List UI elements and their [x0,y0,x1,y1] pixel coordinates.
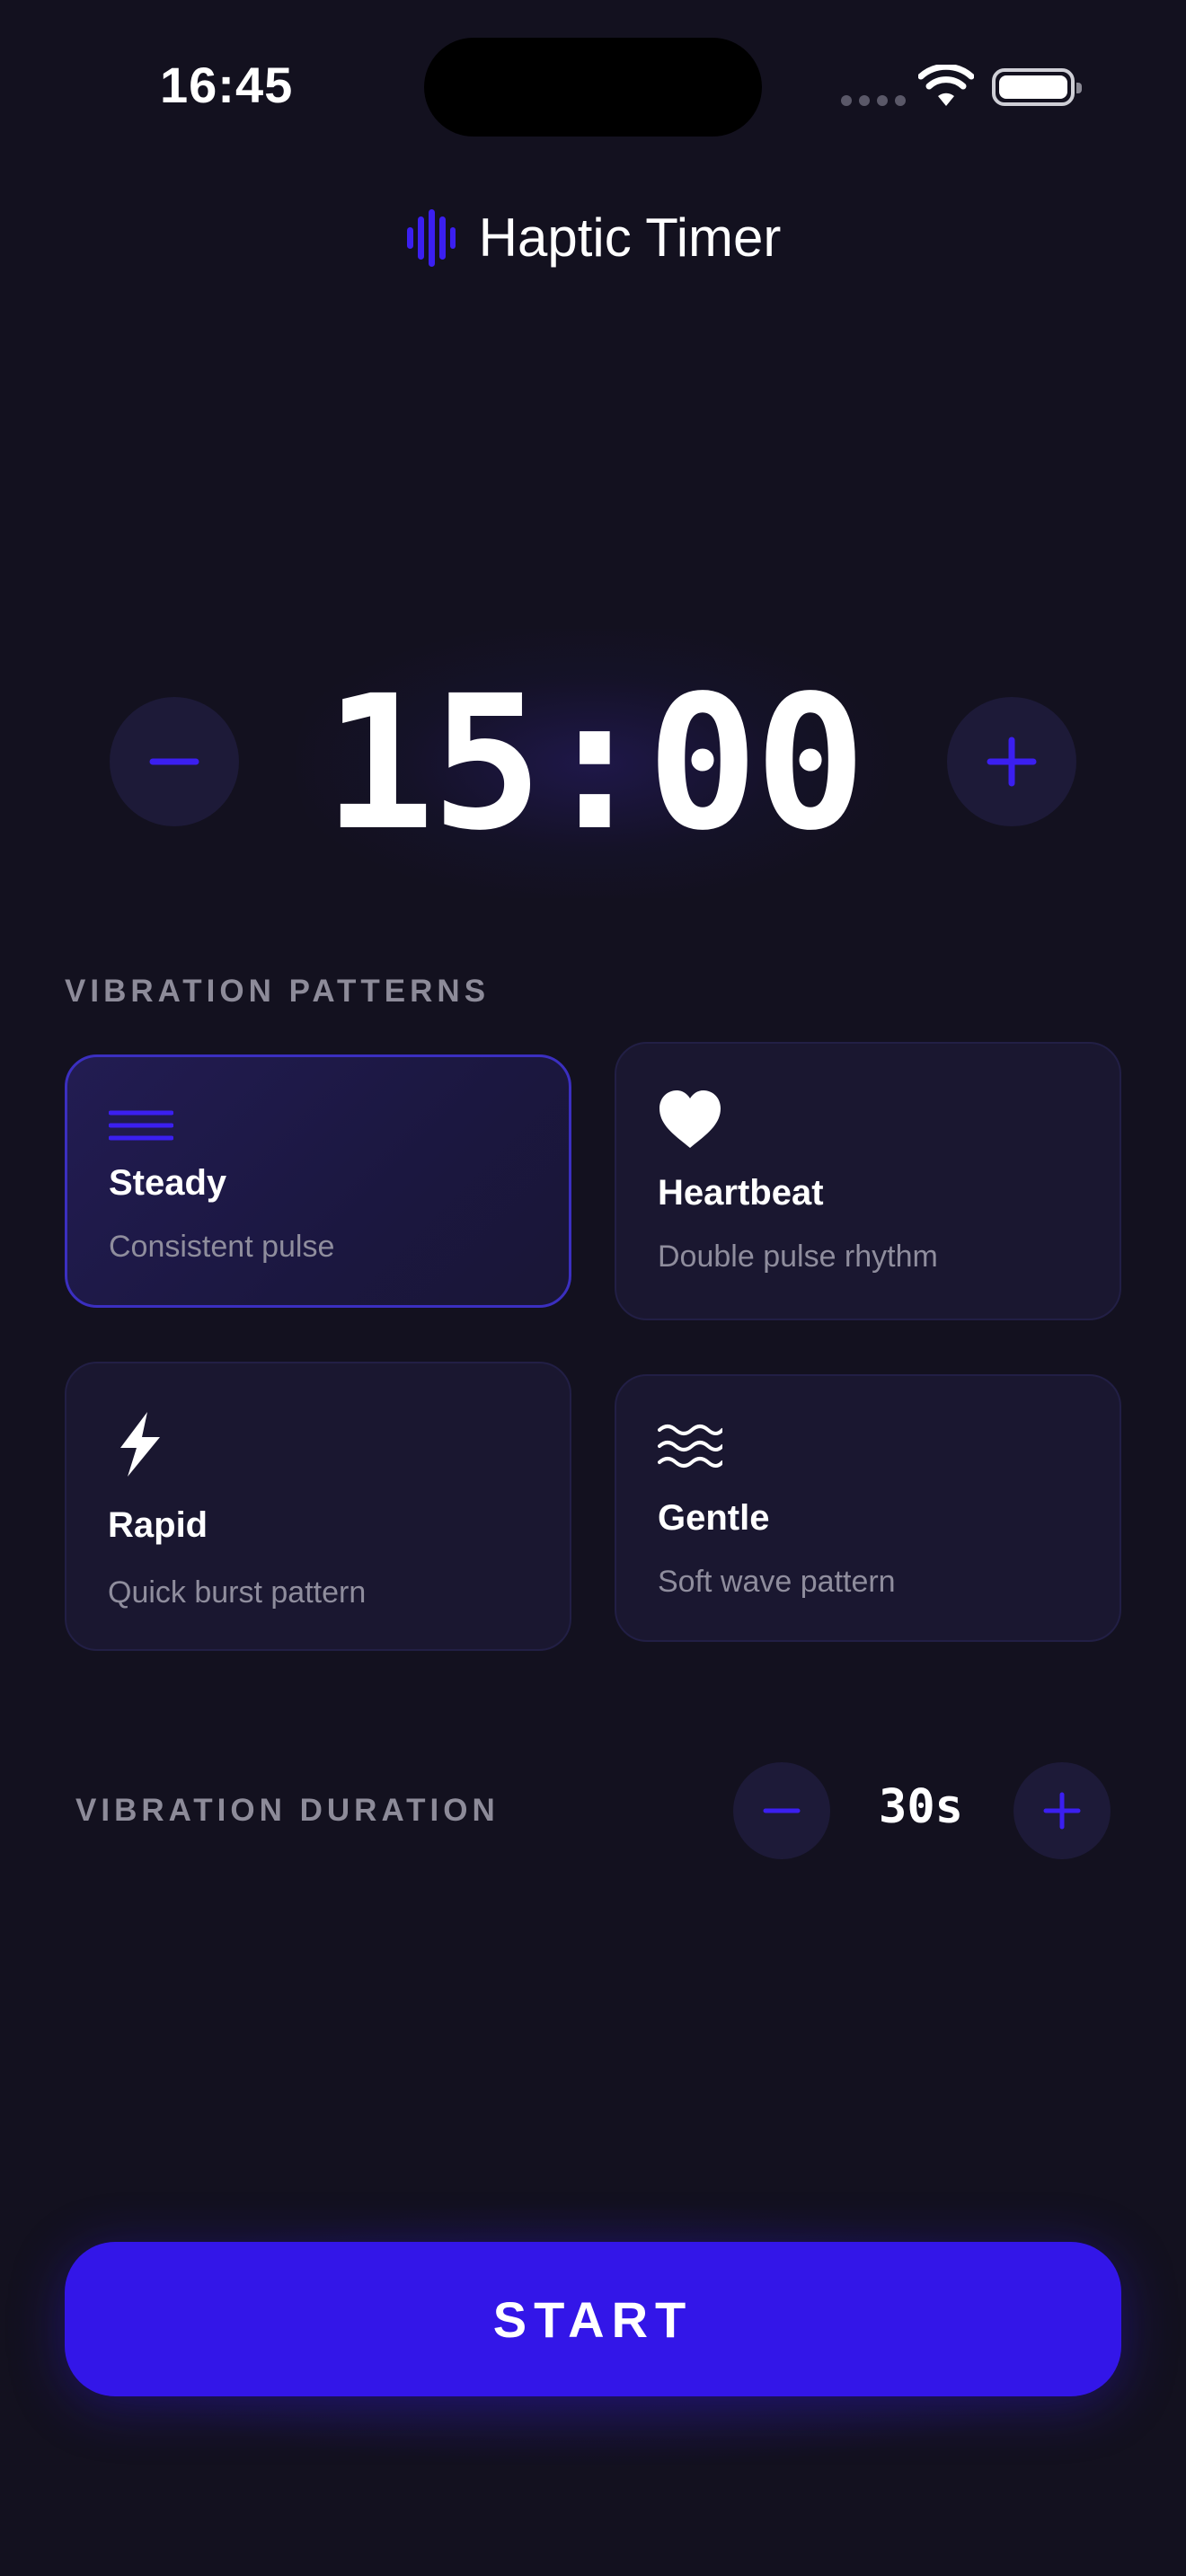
duration-label: VIBRATION DURATION [75,1793,500,1828]
pattern-description: Quick burst pattern [108,1575,367,1610]
timer-increment-button[interactable] [947,697,1076,826]
app-header: Haptic Timer [0,207,1186,269]
status-time: 16:45 [160,57,294,113]
timer-decrement-button[interactable] [110,697,239,826]
app-screen: 16:45 Haptic Timer 15:00 VIBRATION PATTE… [0,0,1186,2576]
wifi-icon [918,65,974,106]
cellular-signal-icon [841,95,906,106]
start-button[interactable]: START [65,2242,1121,2396]
duration-increment-button[interactable] [1013,1762,1111,1859]
pattern-description: Consistent pulse [109,1230,335,1264]
plus-icon [987,737,1037,787]
pattern-description: Double pulse rhythm [658,1239,938,1274]
duration-decrement-button[interactable] [733,1762,830,1859]
pattern-card-steady[interactable]: Steady Consistent pulse [65,1054,571,1308]
pattern-card-gentle[interactable]: Gentle Soft wave pattern [615,1374,1121,1642]
pattern-card-heartbeat[interactable]: Heartbeat Double pulse rhythm [615,1042,1121,1320]
heart-icon [659,1090,721,1148]
plus-icon [1043,1792,1081,1830]
minus-icon [149,758,199,765]
pattern-title: Gentle [658,1498,770,1538]
pattern-description: Soft wave pattern [658,1565,896,1599]
pattern-title: Rapid [108,1505,208,1545]
pattern-title: Heartbeat [658,1173,824,1213]
minus-icon [763,1808,801,1813]
start-label: START [492,2290,694,2348]
timer-display[interactable]: 15:00 [270,665,916,862]
battery-icon [992,68,1082,106]
duration-value: 30s [879,1780,963,1834]
app-title: Haptic Timer [478,207,782,268]
lightning-icon [120,1412,160,1477]
dynamic-island [424,38,762,137]
waveform-icon [406,208,456,267]
lines-icon [109,1110,173,1141]
patterns-label: VIBRATION PATTERNS [65,974,491,1009]
pattern-card-rapid[interactable]: Rapid Quick burst pattern [65,1362,571,1651]
waves-icon [658,1425,722,1468]
pattern-title: Steady [109,1163,227,1203]
